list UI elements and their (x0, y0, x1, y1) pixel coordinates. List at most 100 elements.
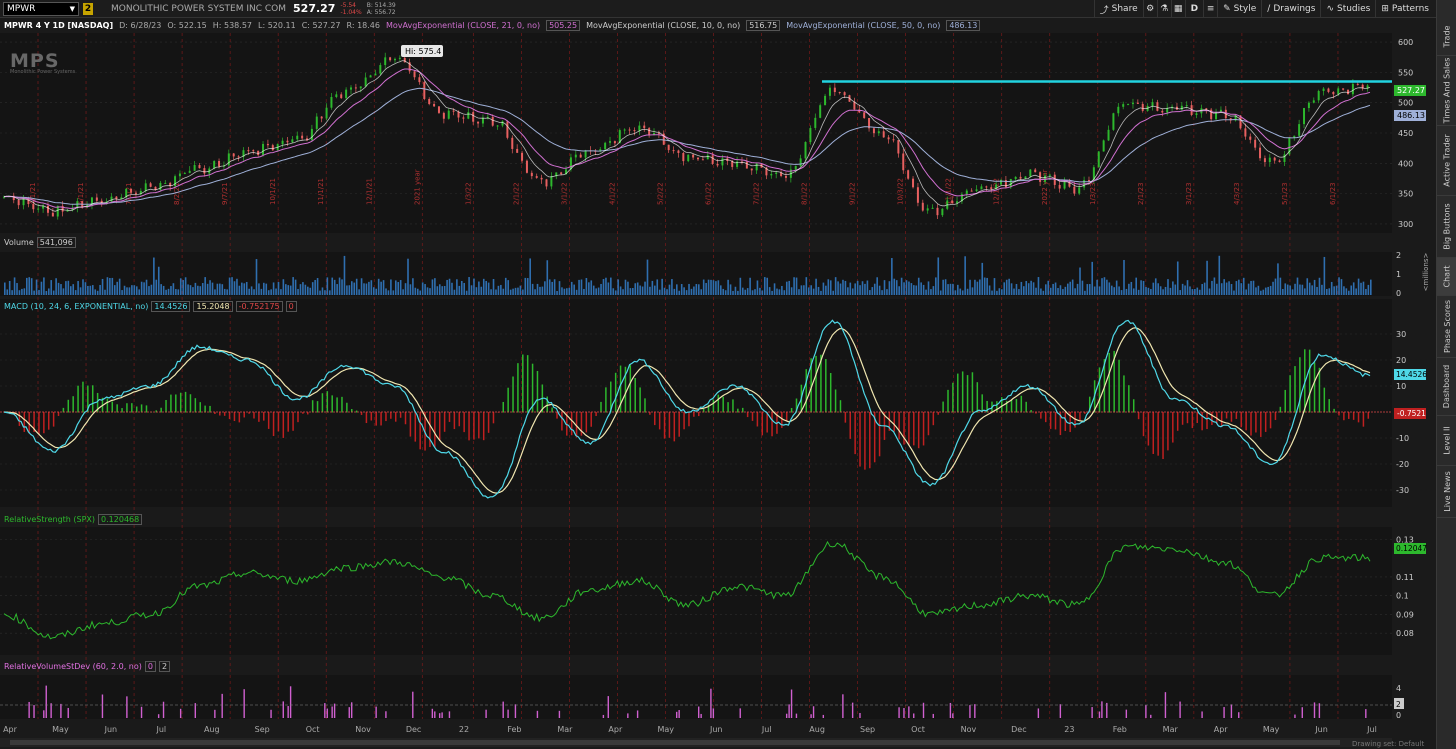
volume-bar (932, 286, 935, 295)
rvsd-study-label[interactable]: RelativeVolumeStDev (60, 2.0, no) 0 2 (4, 661, 171, 672)
candle-body (550, 176, 553, 187)
scrollbar-thumb[interactable] (10, 740, 1340, 745)
rvsd-bar (1125, 709, 1128, 718)
candle-body (1107, 129, 1110, 141)
rs-study-label[interactable]: RelativeStrength (SPX) 0.120468 (4, 514, 143, 525)
volume-bar (331, 277, 334, 295)
candle-body (164, 182, 167, 184)
macd-histogram-bar (1157, 412, 1159, 456)
volume-bar (1340, 279, 1343, 295)
macd-histogram-bar (1294, 366, 1296, 413)
tab-dashboard[interactable]: Dashboard (1437, 358, 1456, 416)
macd-histogram-bar (864, 412, 866, 470)
rvsd-bar (502, 701, 504, 718)
volume-bar (1228, 281, 1230, 295)
macd-histogram-bar (1079, 412, 1081, 421)
tab-active-trader[interactable]: Active Trader (1437, 126, 1456, 196)
volume-bar (988, 285, 991, 295)
volume-bar (429, 288, 431, 295)
macd-histogram-bar (908, 412, 910, 445)
rvsd-bar (712, 708, 715, 718)
candle-body (706, 155, 709, 160)
candle-body (521, 152, 524, 161)
volume-bar (617, 279, 619, 295)
tab-chart[interactable]: Chart (1437, 258, 1456, 296)
macd-histogram-bar (67, 399, 70, 413)
rvsd-bar (126, 696, 128, 718)
volume-bar (1154, 278, 1157, 295)
volume-bar (756, 280, 759, 295)
volume-bar (245, 281, 248, 295)
candle-body (491, 116, 494, 126)
candle-body (291, 139, 294, 143)
volume-study-label[interactable]: Volume 541,096 (4, 237, 76, 248)
volume-bar (233, 281, 236, 295)
rvsd-panel[interactable] (0, 675, 1392, 719)
volume-bar (546, 260, 549, 295)
ema21-label[interactable]: MovAvgExponential (CLOSE, 21, 0, no) (386, 21, 540, 30)
volume-bar (734, 286, 737, 295)
volume-bar (991, 290, 993, 295)
tab-times-and-sales[interactable]: Times And Sales (1437, 56, 1456, 126)
chart-canvas[interactable]: 4/1/21 6/1/21 7/1/21 8/2/21 9/7/21 10/1/21 11/… (0, 0, 1436, 749)
tab-phase-scores[interactable]: Phase Scores (1437, 296, 1456, 358)
macd-study-label[interactable]: MACD (10, 24, 6, EXPONENTIAL, no) 14.452… (4, 301, 297, 312)
volume-bar (766, 277, 769, 295)
drawing-set-label[interactable]: Drawing set: Default (1352, 740, 1424, 748)
rvsd-bar (438, 713, 441, 718)
volume-bar (979, 279, 981, 295)
volume-bar (668, 284, 671, 295)
volume-bar (851, 288, 854, 295)
macd-histogram-bar (922, 412, 925, 446)
volume-bar (179, 278, 182, 295)
rvsd-bar (678, 710, 680, 718)
volume-bar (910, 283, 913, 295)
candle-body (609, 141, 612, 143)
rs-panel[interactable] (0, 527, 1392, 655)
volume-bar (84, 282, 87, 295)
macd-histogram-bar (825, 359, 827, 413)
volume-bar (1184, 285, 1186, 295)
volume-bar (1059, 285, 1062, 295)
tab-level-ii[interactable]: Level II (1437, 416, 1456, 466)
macd-histogram-bar (981, 394, 983, 413)
tab-big-buttons[interactable]: Big Buttons (1437, 196, 1456, 258)
candle-body (535, 176, 538, 178)
macd-histogram-bar (878, 412, 881, 457)
volume-bar (265, 283, 268, 295)
volume-bar (548, 279, 551, 295)
volume-bar (375, 288, 378, 295)
volume-bar (1272, 281, 1274, 295)
volume-bar (947, 284, 949, 295)
macd-panel[interactable] (0, 299, 1392, 507)
candle-body (22, 198, 25, 206)
volume-bar (1088, 284, 1091, 295)
volume-bar (732, 290, 734, 295)
volume-bar (1250, 280, 1252, 295)
candle-body (1317, 91, 1320, 101)
candle-body (692, 154, 695, 158)
macd-histogram-bar (663, 412, 666, 439)
tab-live-news[interactable]: Live News (1437, 466, 1456, 518)
volume-bar (1057, 288, 1059, 295)
rs-axis-tick: 0.11 (1396, 573, 1414, 582)
macd-histogram-bar (1162, 412, 1164, 460)
rvsd-bar (331, 706, 333, 718)
volume-bar (847, 287, 849, 295)
volume-bar (297, 288, 299, 295)
volume-bar (727, 279, 729, 295)
macd-diff-badge: -0.7521 (1394, 408, 1426, 419)
macd-histogram-bar (1269, 412, 1272, 429)
macd-histogram-bar (1313, 362, 1316, 413)
volume-bar (321, 287, 324, 295)
rvsd-bar (812, 706, 815, 718)
date-mark-label: 12/1/22 (993, 178, 1001, 205)
macd-histogram-bar (947, 389, 949, 413)
tab-trade[interactable]: Trade (1437, 18, 1456, 56)
candle-body (462, 117, 465, 119)
ema50-label[interactable]: MovAvgExponential (CLOSE, 50, 0, no) (786, 21, 940, 30)
macd-histogram-bar (976, 382, 979, 413)
time-axis-tick: Sep (255, 725, 270, 734)
candle-body (696, 157, 699, 160)
ema10-label[interactable]: MovAvgExponential (CLOSE, 10, 0, no) (586, 21, 740, 30)
